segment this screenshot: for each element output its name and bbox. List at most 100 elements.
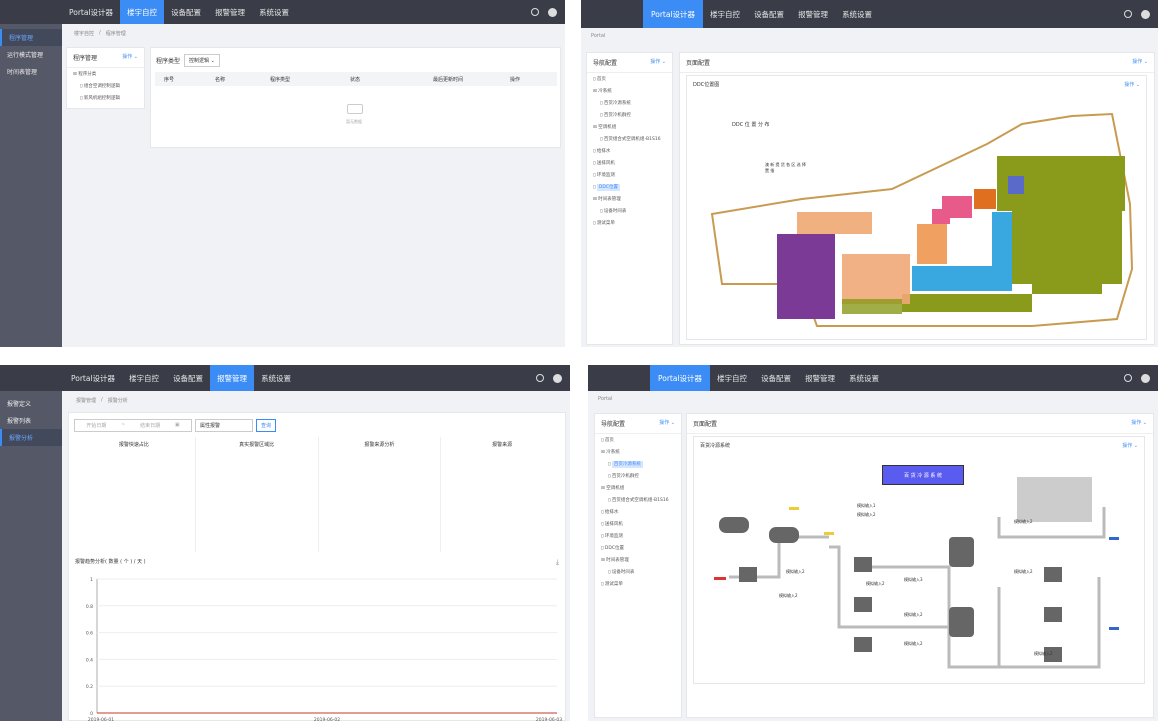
gear-icon[interactable] [1124,10,1132,18]
sidebar-item-program[interactable]: 程序管理 [0,29,62,46]
nav-item-system[interactable]: 系统设置 [842,365,886,391]
nav-item-device[interactable]: 设备配置 [754,365,798,391]
nav-item-system[interactable]: 系统设置 [252,0,296,24]
tree-item[interactable]: ▯ 设备时间表 [587,205,672,217]
date-range-input[interactable]: 开始日期 ~ 结束日期 ▣ [74,419,192,432]
tree-item[interactable]: ▯ 给排水 [595,506,681,518]
tree-item[interactable]: ▯ 测试菜单 [595,578,681,590]
nav-item-portal[interactable]: Portal设计器 [64,365,122,391]
tree-item[interactable]: ⊟ 时间表管理 [595,554,681,566]
card-title: 程序管理 [73,55,98,62]
avatar[interactable] [553,373,562,383]
nav-item-device[interactable]: 设备配置 [747,0,791,28]
sim-label: 模拟输入2 [1014,569,1033,574]
tree-item[interactable]: ▯ 首页 [587,73,672,85]
tree-item[interactable]: ⊟ 冷系统 [587,85,672,97]
col-header: 操作 [510,76,521,83]
op-dropdown[interactable]: 操作 ⌄ [659,419,675,428]
tree-item[interactable]: ▯ 给排水 [587,145,672,157]
tree-item[interactable]: ▯ 环境监测 [587,169,672,181]
empty-box-icon [347,104,363,114]
nav-item-alarm[interactable]: 报警管理 [208,0,252,24]
tree-item[interactable]: ▯ 百货冷机群控 [595,470,681,482]
y-tick-label: 1 [90,577,93,583]
tree-item[interactable]: ▯ 百货冷源系统 [587,97,672,109]
tree-item[interactable]: ▯ 百货组合式空调机组-B1S16 [587,133,672,145]
op-dropdown[interactable]: 操作 ⌄ [1132,58,1148,67]
nav-config-card: 导航配置 操作 ⌄ ▯ 首页 ⊟ 冷系统 ▯ 百货冷源系统 ▯ 百货冷机群控 ⊟ 空调机组… [586,52,673,345]
op-dropdown[interactable]: 操作 ⌄ [1122,442,1138,449]
type-select[interactable]: 控制逻辑 ⌄ [184,54,220,67]
avatar[interactable] [1141,373,1150,383]
tree-item[interactable]: ▯ 送排风机 [595,518,681,530]
tree-item[interactable]: ⊟ 程序分类 [67,68,144,80]
tree-item[interactable]: ▯ 送排风机 [587,157,672,169]
nav-item-alarm[interactable]: 报警管理 [798,365,842,391]
nav-item-bas[interactable]: 楼宇自控 [120,0,165,24]
nav-item-bas[interactable]: 楼宇自控 [122,365,166,391]
map-title: DDC 位 置 分 布 [732,122,770,128]
nav-item-device[interactable]: 设备配置 [166,365,210,391]
crumb-item[interactable]: 楼宇自控 [74,30,94,37]
crumb-sep: / [99,30,101,36]
tree-item[interactable]: ▯ 百货组合式空调机组-B1S16 [595,494,681,506]
tree-item[interactable]: ⊟ 空调机组 [587,121,672,133]
op-dropdown[interactable]: 操作 ⌄ [1124,81,1140,88]
tree-item[interactable]: ▯ 百货冷机群控 [587,109,672,121]
col-title: 报警来源分析 [319,437,442,552]
nav-item-bas[interactable]: 楼宇自控 [710,365,754,391]
op-dropdown[interactable]: 操作 ⌄ [122,53,138,62]
avatar[interactable] [548,7,557,17]
tree-item[interactable]: ▯ 新风机组控制逻辑 [67,92,144,104]
gear-icon[interactable] [1124,374,1132,382]
gear-icon[interactable] [531,8,539,16]
page-config-card: 页面配置 操作 ⌄ DDC位置图 操作 ⌄ DDC 位 置 分 布 澳 新 提 … [679,52,1155,345]
download-icon[interactable]: ⤓ [556,558,559,567]
tree-item[interactable]: ▯ 首页 [595,434,681,446]
crumb-item[interactable]: 报警管理 [76,397,96,404]
crumb-item: 程序管理 [105,30,126,37]
nav-item-alarm[interactable]: 报警管理 [210,365,255,391]
nav-item-alarm[interactable]: 报警管理 [791,0,835,28]
nav-item-portal[interactable]: Portal设计器 [650,365,711,391]
tree-item[interactable]: ⊟ 冷系统 [595,446,681,458]
sim-label: 模拟输入2 [866,581,885,586]
panel-cold-source: Portal设计器 楼宇自控 设备配置 报警管理 系统设置 Portal 导航配… [588,365,1158,721]
nav-item-portal[interactable]: Portal设计器 [643,0,704,28]
tree-item[interactable]: ▯ 测试菜单 [587,217,672,229]
level-select[interactable]: 属性报警 [195,419,253,432]
cold-inner-card: 百货冷源系统 操作 ⌄ 百 货 冷 源 系 统 模拟输入1 模拟输入2 模拟输入… [693,436,1145,684]
query-button[interactable]: 查询 [256,419,277,432]
col-header: 程序类型 [270,76,291,83]
tree-item[interactable]: ▯ 设备时间表 [595,566,681,578]
nav-item-system[interactable]: 系统设置 [835,0,879,28]
nav-item-portal[interactable]: Portal设计器 [62,0,120,24]
col-header: 名称 [215,76,226,83]
filter-label: 程序类型 [156,58,181,65]
breadcrumb: 楼宇自控 / 程序管理 [64,25,126,41]
tree-item[interactable]: ▯ 百货冷源系统 [595,458,681,470]
avatar[interactable] [1141,9,1150,19]
sidebar-item-schedule[interactable]: 时间表管理 [0,63,62,80]
y-tick-label: 0 [90,711,93,717]
tree-item[interactable]: ▯ DDC位置 [587,181,672,193]
nav-item-device[interactable]: 设备配置 [164,0,208,24]
op-dropdown[interactable]: 操作 ⌄ [650,58,666,67]
tree-item[interactable]: ▯ 组合空调控制逻辑 [67,80,144,92]
nav-item-system[interactable]: 系统设置 [254,365,298,391]
sidebar-item-alarm-list[interactable]: 报警列表 [0,412,62,429]
gear-icon[interactable] [536,374,544,382]
tree-item[interactable]: ▯ 环境监测 [595,530,681,542]
tree-item[interactable]: ⊟ 时间表管理 [587,193,672,205]
sim-label: 模拟输入3 [904,577,923,582]
tree-item[interactable]: ⊟ 空调机组 [595,482,681,494]
sidebar-item-run-mode[interactable]: 运行模式管理 [0,46,62,63]
y-tick-label: 0.6 [86,631,93,637]
op-dropdown[interactable]: 操作 ⌄ [1131,419,1147,428]
table-header: 序号 名称 程序类型 状态 最后更新时间 操作 [155,72,557,86]
sidebar-item-alarm-def[interactable]: 报警定义 [0,395,62,412]
sidebar-item-alarm-analysis[interactable]: 报警分析 [0,429,62,446]
sim-label: 模拟输入2 [857,512,876,517]
nav-item-bas[interactable]: 楼宇自控 [703,0,747,28]
tree-item[interactable]: ▯ DDC位置 [595,542,681,554]
